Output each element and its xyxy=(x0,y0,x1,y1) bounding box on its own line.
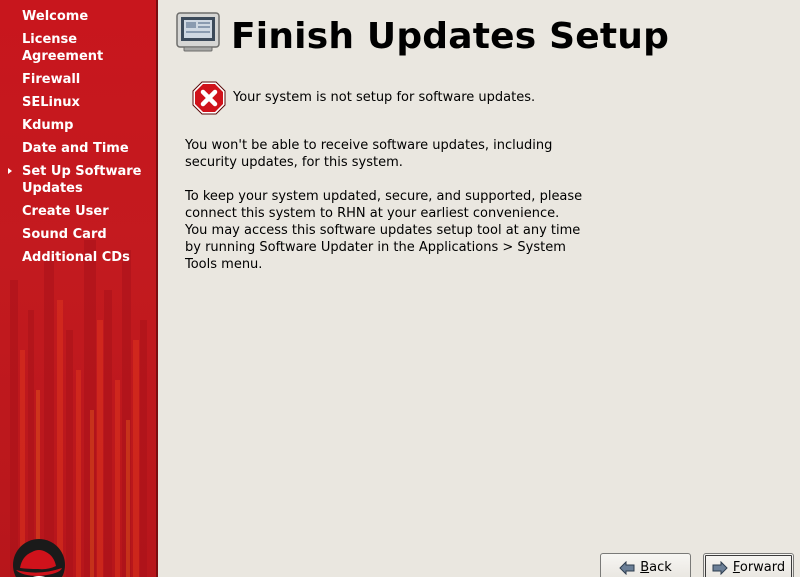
status-message: Your system is not setup for software up… xyxy=(233,90,536,105)
sidebar-item-label: SELinux xyxy=(22,95,80,110)
sidebar-item-label: Additional CDs xyxy=(22,250,130,265)
sidebar-item-firewall[interactable]: Firewall xyxy=(0,71,158,88)
sidebar-item-sound-card[interactable]: Sound Card xyxy=(0,226,158,243)
sidebar-item-label: Sound Card xyxy=(22,227,107,242)
page-title: Finish Updates Setup xyxy=(231,16,670,57)
sidebar-item-label: Set Up Software Updates xyxy=(22,164,142,196)
sidebar-item-label: Create User xyxy=(22,204,109,219)
forward-button[interactable]: Forward xyxy=(703,553,794,577)
back-button[interactable]: Back xyxy=(600,553,691,577)
instruction-paragraph: To keep your system updated, secure, and… xyxy=(185,189,583,272)
sidebar: Welcome License Agreement Firewall SELin… xyxy=(0,0,158,577)
sidebar-nav: Welcome License Agreement Firewall SELin… xyxy=(0,8,158,272)
back-button-label: Back xyxy=(640,560,672,575)
sidebar-item-label: Welcome xyxy=(22,9,89,24)
sidebar-item-create-user[interactable]: Create User xyxy=(0,203,158,220)
current-step-arrow-icon xyxy=(8,168,12,174)
redhat-logo-icon xyxy=(13,539,65,577)
sidebar-item-label: Date and Time xyxy=(22,141,129,156)
info-paragraph: You won't be able to receive software up… xyxy=(185,138,553,170)
sidebar-item-date-and-time[interactable]: Date and Time xyxy=(0,140,158,157)
sidebar-item-welcome[interactable]: Welcome xyxy=(0,8,158,25)
sidebar-item-additional-cds[interactable]: Additional CDs xyxy=(0,249,158,266)
sidebar-flame-decoration xyxy=(10,240,147,577)
arrow-left-icon xyxy=(619,561,635,575)
sidebar-item-label: Firewall xyxy=(22,72,81,87)
sidebar-item-label: Kdump xyxy=(22,118,74,133)
main-content: Finish Updates Setup Your system is not … xyxy=(160,0,800,577)
arrow-right-icon xyxy=(712,561,728,575)
computer-monitor-icon xyxy=(176,12,220,52)
sidebar-item-kdump[interactable]: Kdump xyxy=(0,117,158,134)
sidebar-item-selinux[interactable]: SELinux xyxy=(0,94,158,111)
error-x-icon xyxy=(192,81,226,115)
sidebar-item-license-agreement[interactable]: License Agreement xyxy=(0,31,158,65)
sidebar-item-label: License Agreement xyxy=(22,32,104,64)
forward-button-label: Forward xyxy=(732,560,786,575)
sidebar-item-software-updates[interactable]: Set Up Software Updates xyxy=(0,163,158,197)
